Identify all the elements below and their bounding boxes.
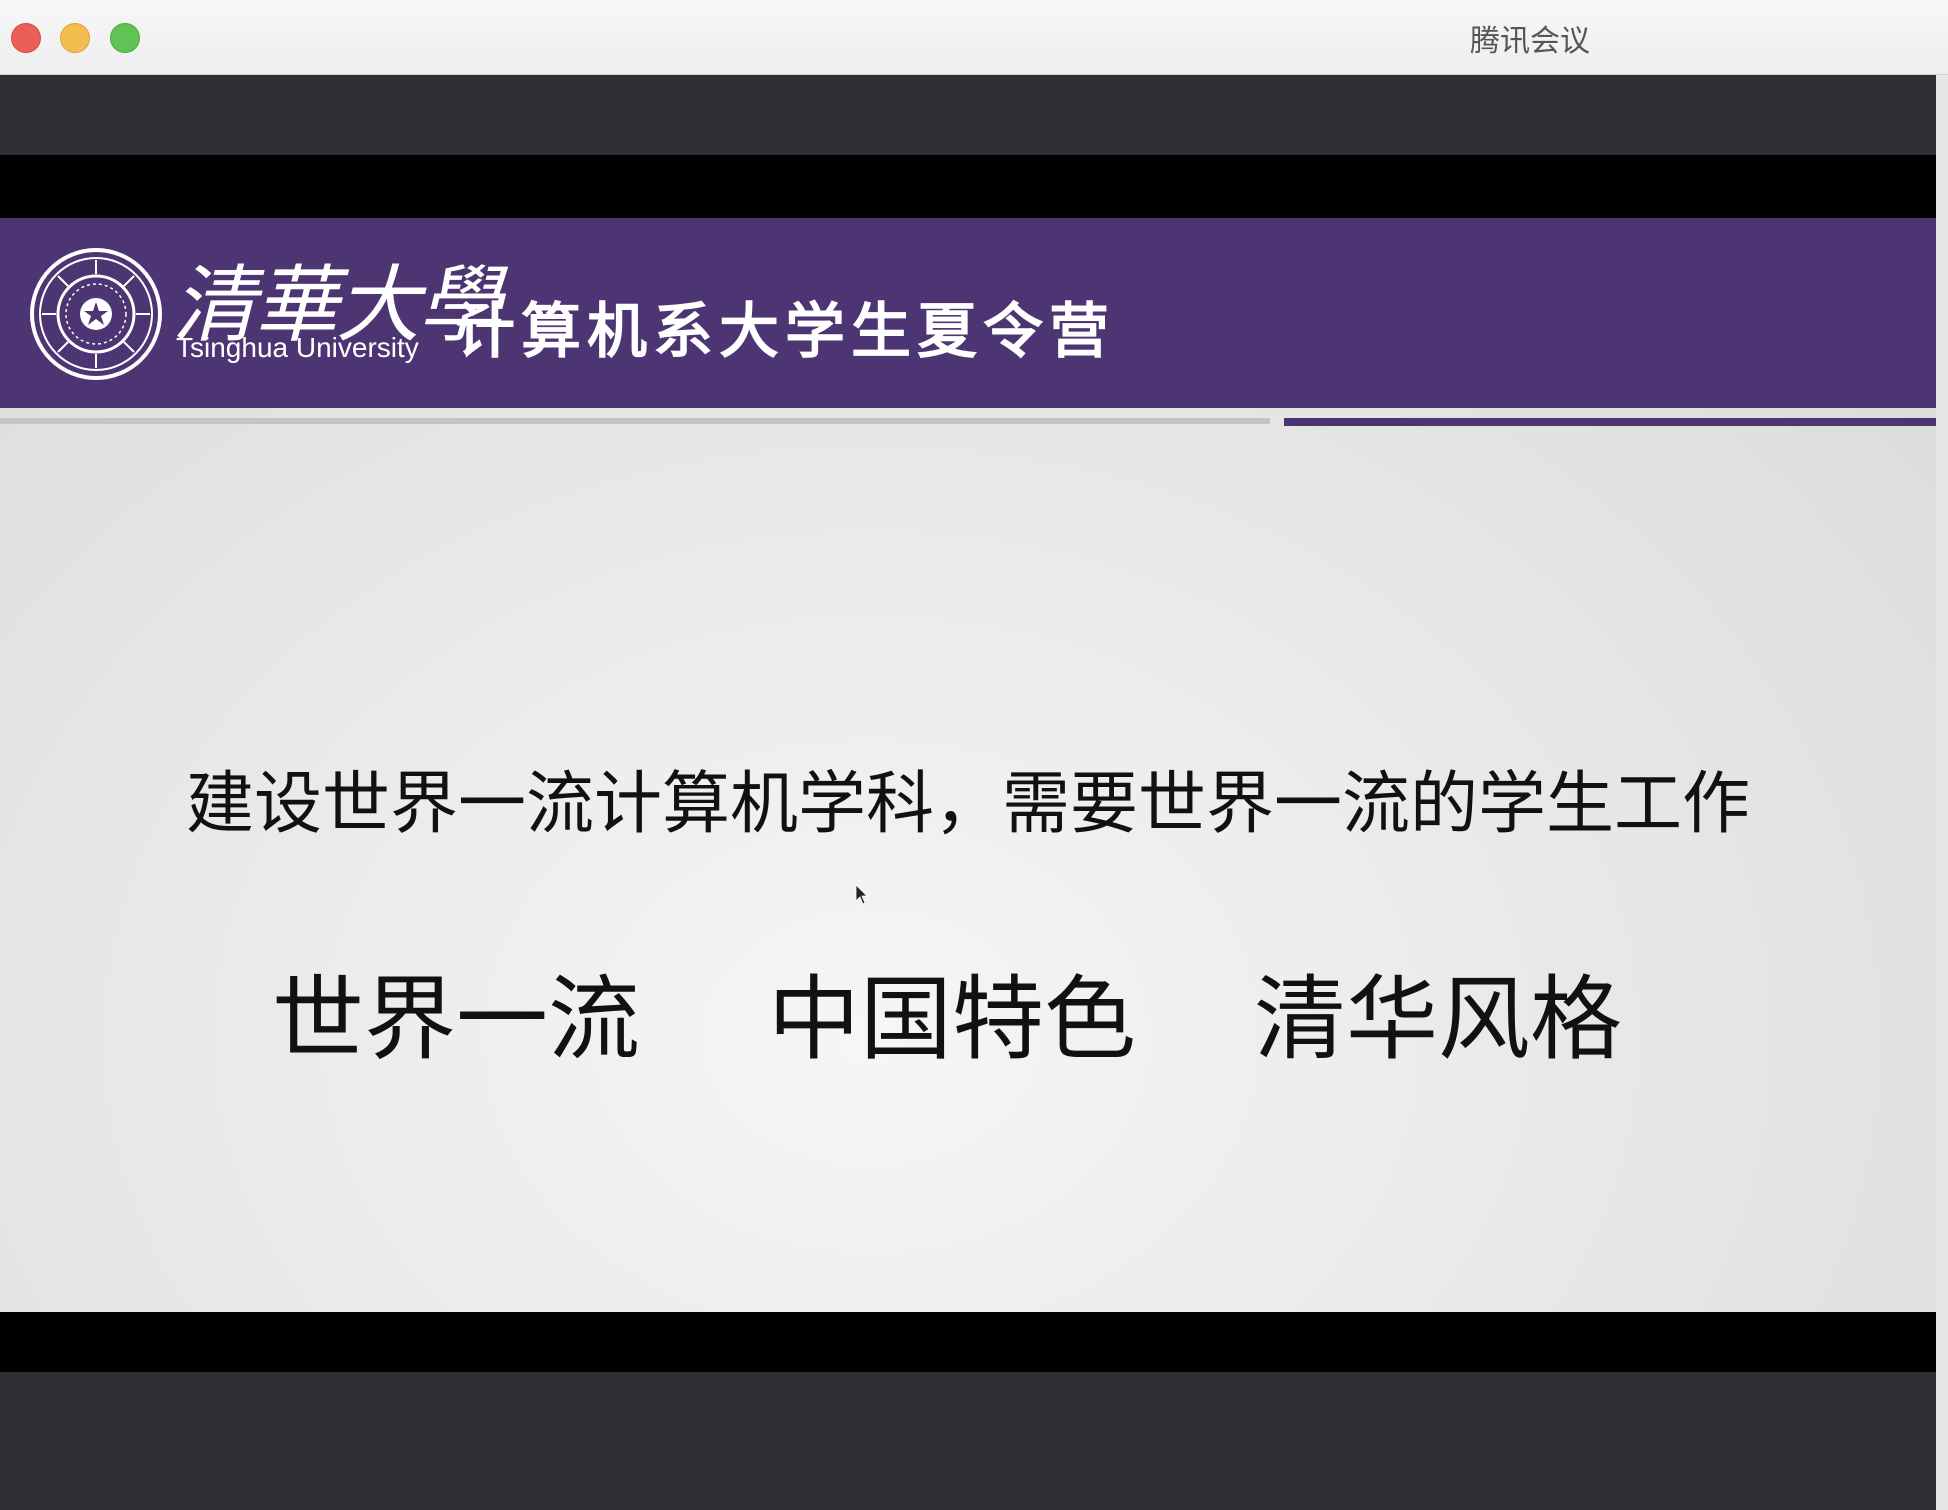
header-rule-gray (0, 418, 1270, 424)
header-rule-purple (1284, 418, 1936, 426)
letterbox-top (0, 155, 1936, 218)
motto-1: 世界一流 (272, 966, 641, 1073)
shared-slide: 清華大學 Tsinghua University 计算机系大学生夏令营 建设世界… (0, 218, 1936, 1312)
tsinghua-seal-icon (30, 248, 162, 380)
university-logo-english: Tsinghua University (176, 332, 419, 363)
slide-header-title: 计算机系大学生夏令营 (455, 297, 1115, 367)
mouse-cursor-icon (855, 884, 868, 905)
minimize-window-button[interactable] (60, 23, 90, 53)
slide-header-banner: 清華大學 Tsinghua University 计算机系大学生夏令营 (0, 218, 1936, 408)
maximize-window-button[interactable] (110, 23, 140, 53)
close-window-button[interactable] (11, 23, 41, 53)
title-bar: 腾讯会议 (0, 0, 1948, 75)
window-edge (1936, 75, 1948, 1510)
motto-3: 清华风格 (1254, 966, 1623, 1073)
meeting-window: 腾讯会议 清華大學 Tsinghua University 计算机系大学生夏令营… (0, 0, 1948, 1510)
letterbox-bottom (0, 1312, 1936, 1372)
motto-2: 中国特色 (768, 966, 1137, 1073)
slide-headline: 建设世界一流计算机学科，需要世界一流的学生工作 (185, 765, 1750, 844)
window-title: 腾讯会议 (1470, 24, 1590, 59)
